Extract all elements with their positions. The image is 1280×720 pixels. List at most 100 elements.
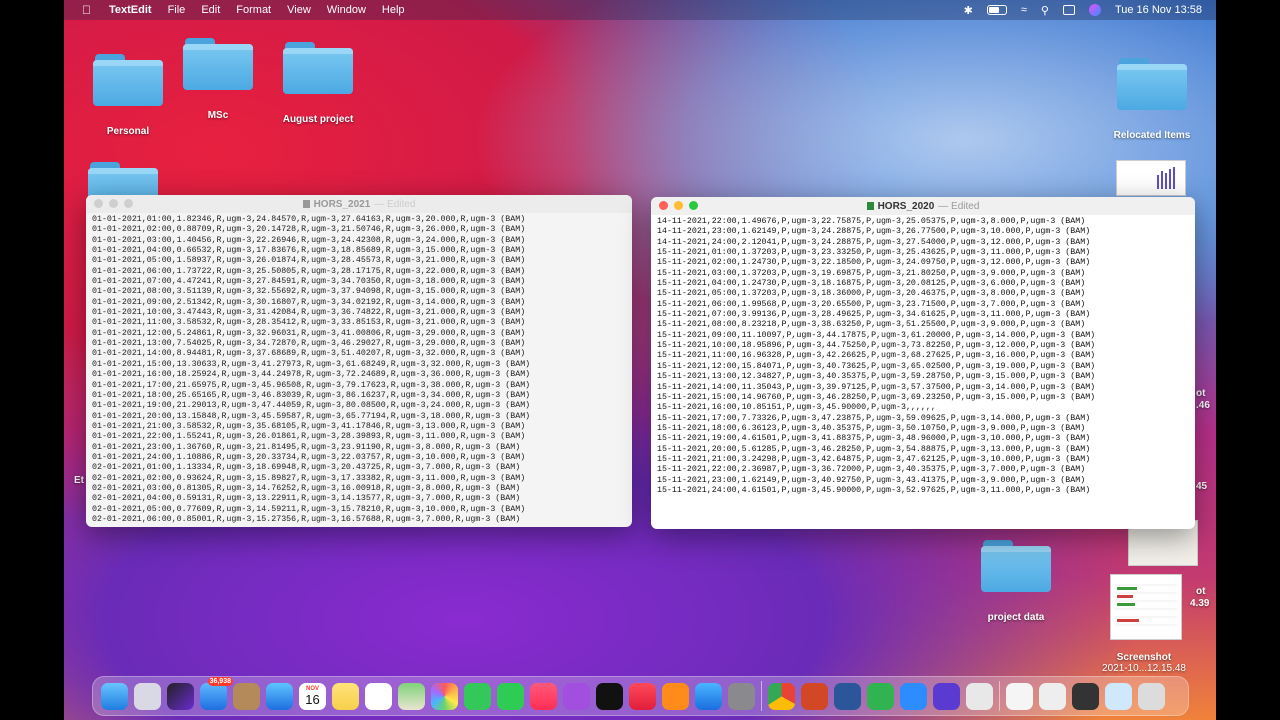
folder-personal[interactable]: Personal bbox=[92, 54, 164, 137]
mail-icon[interactable]: 36,938 bbox=[200, 676, 233, 710]
apple-icon[interactable]:  bbox=[64, 3, 101, 17]
zoom-button[interactable] bbox=[689, 201, 698, 210]
screenshot-file[interactable] bbox=[1110, 574, 1182, 640]
text-content[interactable]: 14-11-2021,22:00,1.49676,P,ugm-3,22.7587… bbox=[651, 215, 1195, 496]
minimize-button[interactable] bbox=[109, 199, 118, 208]
menu-view[interactable]: View bbox=[279, 4, 319, 16]
music-icon[interactable] bbox=[530, 682, 557, 710]
chrome-icon[interactable] bbox=[768, 682, 795, 710]
menu-app-name[interactable]: TextEdit bbox=[101, 4, 160, 16]
safari-icon[interactable] bbox=[266, 682, 293, 710]
text-line: 15-11-2021,18:00,6.36123,P,ugm-3,40.3537… bbox=[657, 423, 1086, 433]
folder-relocated-items[interactable]: Relocated Items bbox=[1110, 58, 1194, 141]
folder-icon[interactable] bbox=[1105, 682, 1132, 710]
launchpad-icon[interactable] bbox=[134, 682, 161, 710]
zoom-icon[interactable] bbox=[900, 682, 927, 710]
document-icon[interactable] bbox=[1006, 682, 1033, 710]
textedit-icon[interactable] bbox=[966, 682, 993, 710]
calendar-day: 16 bbox=[305, 691, 320, 707]
text-line: 15-11-2021,22:00,2.36987,P,ugm-3,36.7200… bbox=[657, 465, 1086, 475]
calendar-icon[interactable]: NOV 16 bbox=[299, 682, 326, 710]
imovie-icon[interactable] bbox=[933, 682, 960, 710]
folder-msc[interactable]: MSc bbox=[182, 38, 254, 121]
edited-label: — Edited bbox=[938, 200, 980, 212]
reminders-icon[interactable] bbox=[365, 682, 392, 710]
menu-format[interactable]: Format bbox=[228, 4, 279, 16]
spreadsheet-icon[interactable] bbox=[1039, 682, 1066, 710]
partial-label: ot bbox=[1196, 388, 1206, 399]
close-button[interactable] bbox=[94, 199, 103, 208]
text-line: 02-01-2021,01:00,1.13334,R,ugm-3,18.6994… bbox=[92, 463, 521, 473]
menu-window[interactable]: Window bbox=[319, 4, 374, 16]
folder-icon bbox=[93, 54, 163, 106]
folder-icon bbox=[183, 38, 253, 90]
wifi-icon[interactable]: ≈ bbox=[1021, 4, 1027, 16]
folder-icon bbox=[981, 540, 1051, 592]
text-line: 01-01-2021,16:00,18.25924,R,ugm-3,44.249… bbox=[92, 370, 531, 380]
screenshot-thumbnail[interactable] bbox=[1116, 160, 1186, 196]
photos-icon[interactable] bbox=[431, 682, 458, 710]
messages-icon[interactable] bbox=[464, 682, 491, 710]
word-icon[interactable] bbox=[834, 682, 861, 710]
news-icon[interactable] bbox=[629, 682, 656, 710]
finder-icon[interactable] bbox=[101, 682, 128, 710]
tv-icon[interactable] bbox=[596, 682, 623, 710]
contacts-icon[interactable] bbox=[233, 682, 260, 710]
trash-icon[interactable] bbox=[1138, 682, 1165, 710]
menu-file[interactable]: File bbox=[160, 4, 194, 16]
zoom-button[interactable] bbox=[124, 199, 133, 208]
menu-help[interactable]: Help bbox=[374, 4, 413, 16]
screenshot-icon[interactable] bbox=[1072, 682, 1099, 710]
powerpoint-icon[interactable] bbox=[801, 682, 828, 710]
partial-label: ot bbox=[1196, 586, 1206, 597]
system-preferences-icon[interactable] bbox=[728, 682, 755, 710]
app-store-icon[interactable] bbox=[695, 682, 722, 710]
text-content[interactable]: 01-01-2021,01:00,1.82346,R,ugm-3,24.8457… bbox=[86, 213, 632, 525]
dock-separator bbox=[999, 681, 1000, 711]
window-hors-2020[interactable]: HORS_2020 — Edited 14-11-2021,22:00,1.49… bbox=[651, 197, 1195, 529]
numbers-icon[interactable] bbox=[867, 682, 894, 710]
window-title: HORS_2020 bbox=[877, 200, 935, 212]
clock[interactable]: Tue 16 Nov 13:58 bbox=[1115, 4, 1202, 16]
text-line: 15-11-2021,17:00,7.73326,P,ugm-3,47.2387… bbox=[657, 413, 1091, 423]
text-line: 01-01-2021,24:00,1.10886,R,ugm-3,20.3373… bbox=[92, 452, 526, 462]
window-titlebar[interactable]: HORS_2020 — Edited bbox=[651, 197, 1195, 215]
text-line: 15-11-2021,16:00,10.85151,P,ugm-3,45.900… bbox=[657, 403, 936, 413]
dock: 36,938 NOV 16 bbox=[92, 676, 1189, 716]
text-line: 15-11-2021,12:00,15.84071,P,ugm-3,40.736… bbox=[657, 361, 1096, 371]
text-line: 14-11-2021,22:00,1.49676,P,ugm-3,22.7587… bbox=[657, 217, 1086, 226]
text-line: 01-01-2021,12:00,5.24861,R,ugm-3,32.9603… bbox=[92, 328, 526, 338]
text-line: 15-11-2021,19:00,4.61501,P,ugm-3,41.8837… bbox=[657, 434, 1091, 444]
partial-label: .46 bbox=[1196, 400, 1210, 411]
folder-label: Relocated Items bbox=[1113, 130, 1191, 141]
text-line: 01-01-2021,04:00,0.66532,R,ugm-3,17.8367… bbox=[92, 246, 526, 256]
folder-icon bbox=[283, 42, 353, 94]
siri-icon[interactable] bbox=[167, 682, 194, 710]
screenshot-label[interactable]: Screenshot 2021-10...12.15.48 bbox=[1094, 652, 1194, 674]
podcasts-icon[interactable] bbox=[563, 682, 590, 710]
window-hors-2021[interactable]: HORS_2021 — Edited 01-01-2021,01:00,1.82… bbox=[86, 195, 632, 527]
window-titlebar[interactable]: HORS_2021 — Edited bbox=[86, 195, 632, 213]
partial-label: 4.39 bbox=[1190, 598, 1210, 609]
maps-icon[interactable] bbox=[398, 682, 425, 710]
books-icon[interactable] bbox=[662, 682, 689, 710]
close-button[interactable] bbox=[659, 201, 668, 210]
bluetooth-icon[interactable]: ✱ bbox=[964, 4, 973, 17]
siri-status-icon[interactable] bbox=[1088, 4, 1101, 16]
screenshot-date: 2021-10...12.15.48 bbox=[1102, 663, 1186, 674]
text-line: 01-01-2021,18:00,25.65165,R,ugm-3,46.830… bbox=[92, 390, 531, 400]
text-line: 01-01-2021,15:00,13.30633,R,ugm-3,41.279… bbox=[92, 359, 531, 369]
text-line: 01-01-2021,06:00,1.73722,R,ugm-3,25.5080… bbox=[92, 266, 526, 276]
notes-icon[interactable] bbox=[332, 682, 359, 710]
folder-august-project[interactable]: August project bbox=[278, 42, 358, 125]
menu-edit[interactable]: Edit bbox=[193, 4, 228, 16]
facetime-icon[interactable] bbox=[497, 682, 524, 710]
folder-project-data[interactable]: project data bbox=[976, 540, 1056, 623]
text-line: 14-11-2021,24:00,2.12041,P,ugm-3,24.2887… bbox=[657, 237, 1091, 247]
search-icon[interactable]: ⚲ bbox=[1041, 4, 1049, 17]
battery-icon[interactable] bbox=[986, 5, 1007, 15]
text-line: 01-01-2021,20:00,13.15848,R,ugm-3,45.595… bbox=[92, 411, 531, 421]
minimize-button[interactable] bbox=[674, 201, 683, 210]
control-center-icon[interactable] bbox=[1062, 5, 1075, 15]
text-line: 15-11-2021,13:00,12.34827,P,ugm-3,40.353… bbox=[657, 372, 1096, 382]
